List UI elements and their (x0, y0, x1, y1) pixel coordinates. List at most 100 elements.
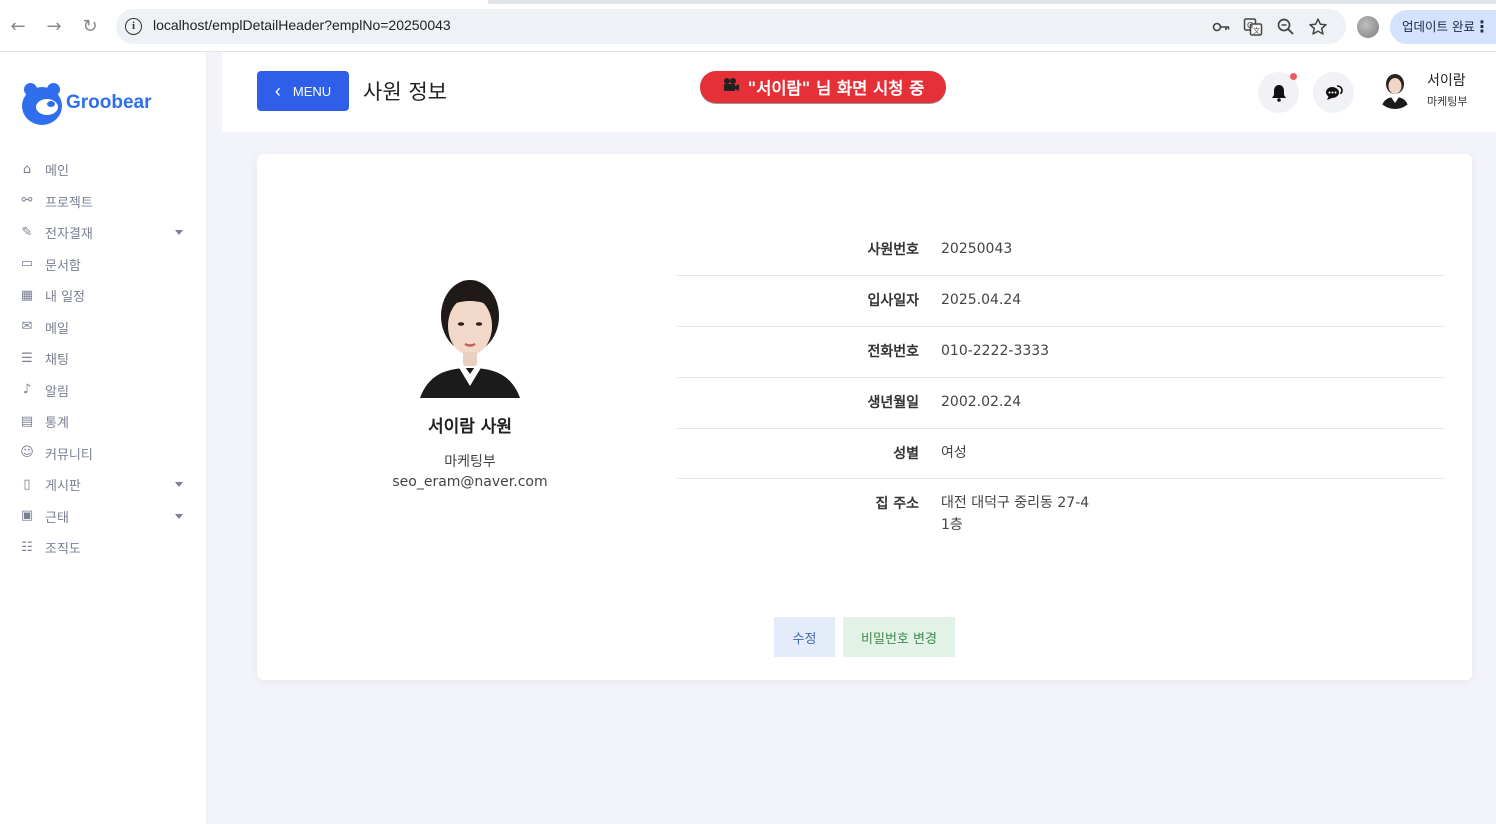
profile-avatar-icon[interactable] (1357, 16, 1379, 38)
attendance-icon: ▣ (20, 508, 34, 524)
home-icon: ⌂ (22, 161, 32, 177)
sidebar-item-label: 메일 (45, 321, 69, 337)
stats-icon: ▤ (20, 413, 34, 429)
sidebar-item-label: 내 일정 (45, 290, 86, 306)
profile-email: seo_eram@naver.com (392, 474, 548, 490)
sidebar-item[interactable]: ♪ 알림 (0, 375, 207, 407)
sidebar-item-label: 프로젝트 (45, 195, 93, 211)
sidebar-item-label: 게시판 (45, 479, 81, 495)
sidebar-item-label: 메인 (45, 164, 69, 180)
bear-logo-icon (21, 81, 63, 125)
sidebar: Groobear ⌂ 메인 ⚯ 프로젝트 ✎ 전자결재 ▭ 문서함 ▦ 내 일정 ✉ 메일 ☰ 채팅 ♪ 알림… (0, 52, 207, 824)
sidebar-item[interactable]: ▯ 게시판 (0, 469, 207, 501)
mail-icon: ✉ (21, 319, 33, 335)
tab-strip (0, 0, 1496, 4)
sidebar-item[interactable]: ⚯ 프로젝트 (0, 186, 207, 218)
detail-value: 20250043 (941, 241, 1013, 257)
bell-icon (1271, 84, 1286, 102)
user-dept: 마케팅부 (1427, 95, 1468, 108)
detail-label: 입사일자 (867, 293, 919, 309)
sidebar-item[interactable]: ☰ 채팅 (0, 343, 207, 375)
brand-name: Groobear (66, 92, 152, 113)
sidebar-item[interactable]: ✉ 메일 (0, 312, 207, 344)
caret-down-icon[interactable] (175, 230, 183, 235)
sidebar-item[interactable]: ▣ 근태 (0, 501, 207, 533)
password-key-icon[interactable] (1211, 17, 1231, 37)
board-icon: ▯ (23, 476, 31, 492)
detail-label: 집 주소 (875, 496, 919, 512)
detail-row: 입사일자 2025.04.24 (677, 277, 1445, 327)
detail-row: 집 주소 대전 대덕구 중리동 27-4 1층 (677, 480, 1445, 550)
chat-icon: ☰ (21, 350, 33, 366)
sidebar-item[interactable]: ✎ 전자결재 (0, 217, 207, 249)
employee-photo (420, 268, 520, 398)
user-avatar[interactable] (1375, 69, 1415, 109)
sidebar-item-label: 조직도 (45, 542, 81, 558)
screen-watch-banner: "서이람" 님 화면 시청 중 (700, 71, 946, 103)
change-password-button[interactable]: 비밀번호 변경 (843, 617, 955, 657)
forward-icon[interactable]: → (43, 16, 65, 38)
video-camera-icon (722, 77, 740, 97)
user-name[interactable]: 서이람 (1427, 70, 1466, 90)
translate-icon[interactable]: G文 (1243, 17, 1263, 37)
detail-value: 2025.04.24 (941, 292, 1022, 308)
url-text[interactable]: localhost/emplDetailHeader?emplNo=202500… (153, 17, 451, 33)
detail-label: 생년월일 (867, 395, 919, 411)
menu-label: MENU (292, 83, 332, 99)
sidebar-item[interactable]: ☺ 커뮤니티 (0, 438, 207, 470)
sidebar-item[interactable]: ⌂ 메인 (0, 154, 207, 186)
detail-row: 사원번호 20250043 (677, 226, 1445, 276)
detail-row: 성별 여성 (677, 430, 1445, 479)
logo[interactable]: Groobear (21, 80, 152, 126)
community-icon: ☺ (20, 445, 34, 461)
detail-row: 생년월일 2002.02.24 (677, 379, 1445, 429)
project-icon: ⚯ (21, 193, 33, 209)
bookmark-star-icon[interactable] (1308, 17, 1328, 37)
reload-icon[interactable]: ↻ (79, 16, 101, 38)
notification-badge (1290, 73, 1297, 80)
sidebar-item[interactable]: ▭ 문서함 (0, 249, 207, 281)
page-title: 사원 정보 (363, 80, 447, 104)
sidebar-item-label: 근태 (45, 510, 69, 526)
detail-value: 2002.02.24 (941, 394, 1022, 410)
sidebar-item-label: 통계 (45, 416, 69, 432)
sidebar-item[interactable]: ▤ 통계 (0, 406, 207, 438)
detail-value: 010-2222-3333 (941, 343, 1050, 359)
site-info-icon[interactable]: i (125, 18, 142, 35)
caret-down-icon[interactable] (175, 482, 183, 487)
profile-name: 서이람 사원 (427, 417, 513, 437)
sidebar-item-label: 커뮤니티 (45, 447, 93, 463)
org-chart-icon: ☷ (21, 539, 33, 555)
detail-row: 전화번호 010-2222-3333 (677, 328, 1445, 378)
sidebar-item-label: 알림 (45, 384, 69, 400)
caret-down-icon[interactable] (175, 513, 183, 519)
top-header: ‹ MENU 사원 정보 "서이람" 님 화면 시청 중 서이람 마케팅부 (222, 52, 1496, 132)
detail-value: 여성 (941, 445, 967, 461)
more-menu-icon[interactable]: ⋮ (1474, 10, 1490, 44)
detail-value-line2: 1층 (941, 517, 963, 533)
active-tab[interactable] (0, 0, 488, 4)
watch-banner-text: "서이람" 님 화면 시청 중 (747, 79, 925, 98)
sidebar-item[interactable]: ☷ 조직도 (0, 532, 207, 564)
update-button[interactable]: 업데이트 완료 ⋮ (1390, 10, 1496, 44)
folder-icon: ▭ (20, 256, 34, 272)
detail-label: 성별 (893, 446, 919, 462)
svg-text:文: 文 (1253, 26, 1260, 35)
sidebar-item[interactable]: ▦ 내 일정 (0, 280, 207, 312)
menu-button[interactable]: ‹ MENU (257, 71, 349, 111)
chat-button[interactable] (1313, 72, 1354, 113)
back-icon[interactable]: ← (7, 16, 29, 38)
approval-icon: ✎ (21, 224, 33, 240)
sidebar-nav: ⌂ 메인 ⚯ 프로젝트 ✎ 전자결재 ▭ 문서함 ▦ 내 일정 ✉ 메일 ☰ 채팅 ♪ 알림 ▤ 통계 ☺ 커뮤니티 ▯… (0, 154, 207, 564)
detail-label: 사원번호 (867, 242, 919, 258)
sidebar-item-label: 문서함 (45, 258, 81, 274)
zoom-icon[interactable] (1276, 17, 1296, 37)
edit-button[interactable]: 수정 (774, 617, 835, 657)
calendar-icon: ▦ (20, 287, 34, 303)
detail-value: 대전 대덕구 중리동 27-4 (941, 495, 1090, 511)
update-label: 업데이트 완료 (1402, 19, 1475, 34)
address-bar[interactable]: i localhost/emplDetailHeader?emplNo=2025… (116, 9, 1346, 44)
sidebar-item-label: 채팅 (45, 353, 69, 369)
detail-label: 전화번호 (867, 344, 919, 360)
chat-bubbles-icon (1325, 84, 1343, 100)
